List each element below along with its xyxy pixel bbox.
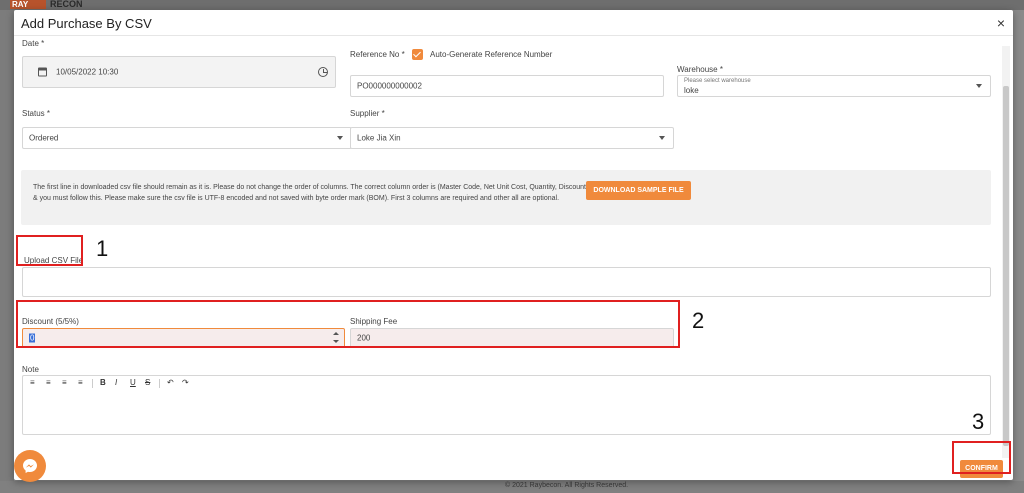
modal-header: Add Purchase By CSV × bbox=[14, 10, 1013, 36]
csv-instructions-box: The first line in downloaded csv file sh… bbox=[21, 170, 991, 225]
italic-icon[interactable]: I bbox=[115, 378, 117, 387]
annotation-box-upload bbox=[16, 235, 83, 266]
scrollbar-thumb[interactable] bbox=[1003, 86, 1009, 446]
undo-icon[interactable]: ↶ bbox=[167, 378, 174, 387]
close-button[interactable]: × bbox=[997, 15, 1005, 31]
note-toolbar: ≡ ≡ ≡ ≡ B I U S ↶ ↷ bbox=[24, 378, 991, 390]
chevron-down-icon bbox=[337, 136, 343, 140]
csv-instructions-text: The first line in downloaded csv file sh… bbox=[33, 184, 591, 202]
align-justify-icon[interactable]: ≡ bbox=[78, 378, 83, 387]
chevron-down-icon bbox=[659, 136, 665, 140]
messenger-chat-button[interactable] bbox=[14, 450, 46, 482]
supplier-value: Loke Jia Xin bbox=[357, 133, 401, 143]
date-label: Date * bbox=[22, 39, 45, 48]
clock-icon[interactable] bbox=[318, 67, 328, 77]
supplier-label: Supplier * bbox=[350, 109, 385, 118]
status-select[interactable]: Ordered bbox=[22, 127, 352, 149]
chevron-down-icon bbox=[976, 84, 982, 88]
app-logo-text: RECON bbox=[50, 0, 83, 9]
warehouse-placeholder: Please select warehouse bbox=[684, 78, 751, 84]
download-sample-button[interactable]: DOWNLOAD SAMPLE FILE bbox=[586, 181, 691, 200]
annotation-box-fees bbox=[16, 300, 680, 348]
align-center-icon[interactable]: ≡ bbox=[46, 378, 51, 387]
warehouse-label: Warehouse * bbox=[677, 65, 723, 74]
modal-title: Add Purchase By CSV bbox=[21, 16, 152, 31]
status-label: Status * bbox=[22, 109, 51, 118]
underline-icon[interactable]: U bbox=[130, 378, 136, 387]
auto-generate-label: Auto-Generate Reference Number bbox=[430, 50, 553, 59]
background-sidebar bbox=[0, 10, 14, 481]
upload-csv-input[interactable] bbox=[22, 267, 991, 297]
reference-value: PO000000000002 bbox=[357, 81, 422, 91]
add-purchase-modal: Add Purchase By CSV × Date * 10/05/2022 … bbox=[14, 10, 1013, 480]
annotation-box-confirm bbox=[952, 441, 1011, 474]
annotation-number-2: 2 bbox=[692, 308, 705, 333]
annotation-number-1: 1 bbox=[96, 236, 109, 261]
strikethrough-icon[interactable]: S bbox=[145, 378, 150, 387]
reference-input[interactable]: PO000000000002 bbox=[350, 75, 664, 97]
reference-label: Reference No * bbox=[350, 50, 405, 59]
supplier-select[interactable]: Loke Jia Xin bbox=[350, 127, 674, 149]
app-logo: RAY bbox=[10, 0, 46, 9]
note-label: Note bbox=[22, 365, 39, 374]
date-value: 10/05/2022 10:30 bbox=[56, 67, 119, 77]
footer-text: © 2021 Raybecon. All Rights Reserved. bbox=[505, 482, 629, 489]
align-left-icon[interactable]: ≡ bbox=[30, 378, 35, 387]
calendar-icon bbox=[38, 67, 47, 77]
modal-body: Date * 10/05/2022 10:30 Reference No * A… bbox=[14, 36, 1013, 480]
bold-icon[interactable]: B bbox=[100, 378, 106, 387]
annotation-number-3: 3 bbox=[972, 409, 985, 434]
background-footer: © 2021 Raybecon. All Rights Reserved. bbox=[0, 481, 1024, 493]
date-field[interactable]: 10/05/2022 10:30 bbox=[22, 56, 336, 88]
modal-scrollbar[interactable] bbox=[1002, 46, 1010, 458]
status-value: Ordered bbox=[29, 133, 59, 143]
messenger-icon bbox=[23, 459, 37, 473]
background-topbar bbox=[0, 0, 1024, 10]
redo-icon[interactable]: ↷ bbox=[182, 378, 189, 387]
align-right-icon[interactable]: ≡ bbox=[62, 378, 67, 387]
auto-generate-checkbox[interactable] bbox=[412, 49, 423, 60]
warehouse-value: loke bbox=[684, 86, 699, 95]
warehouse-select[interactable]: Please select warehouse loke bbox=[677, 75, 991, 97]
